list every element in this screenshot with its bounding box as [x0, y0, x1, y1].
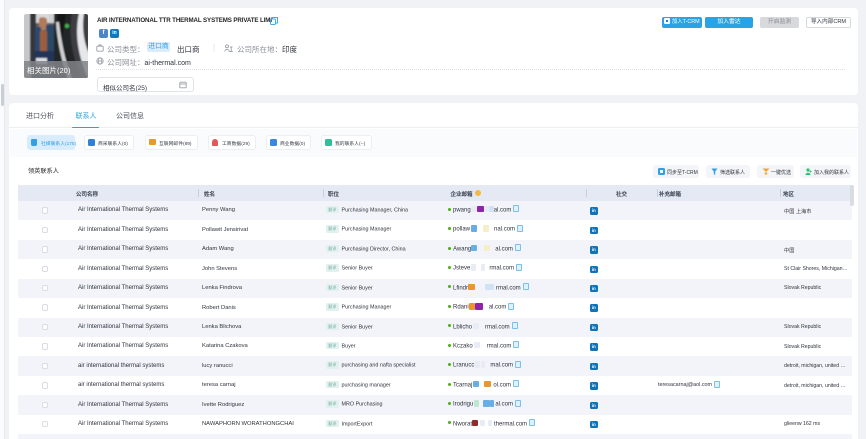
svg-text:相关图片(20): 相关图片(20) [27, 65, 71, 75]
